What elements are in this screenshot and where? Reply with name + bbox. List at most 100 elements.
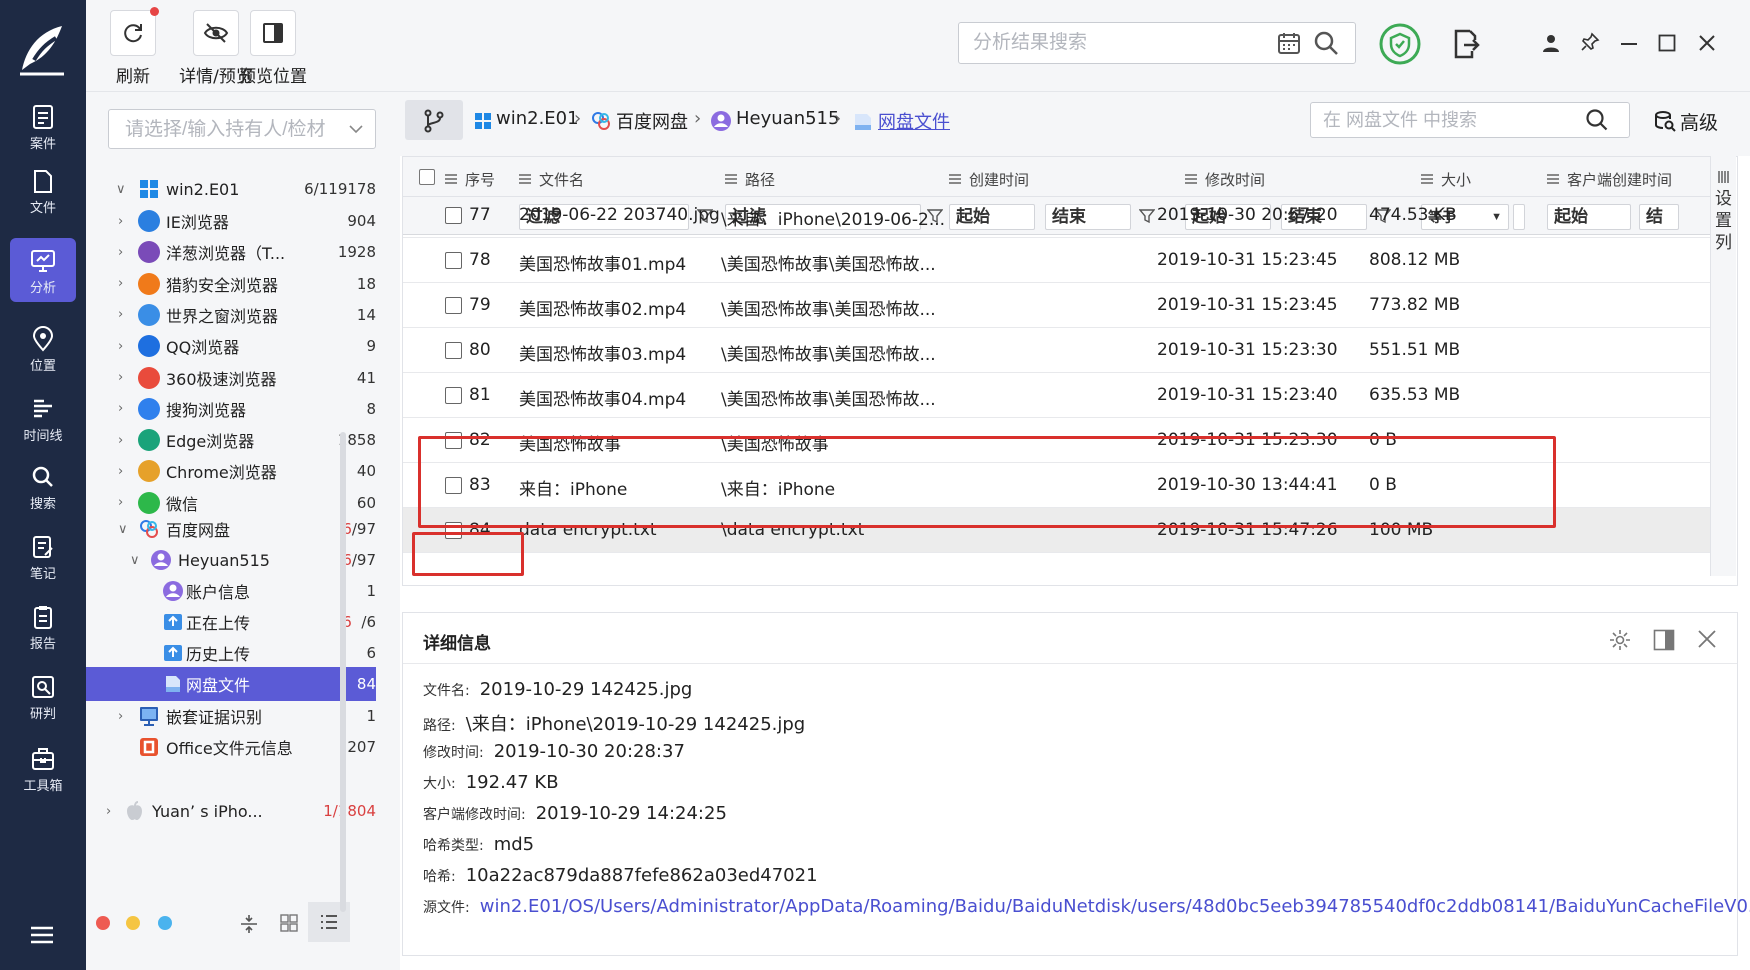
- column-header[interactable]: 创建时间: [949, 169, 1029, 190]
- row-checkbox[interactable]: [445, 207, 462, 224]
- table-row[interactable]: 79 美国恐怖故事02.mp4 \美国恐怖故事\美国恐怖故... 2019-10-31…: [403, 283, 1713, 328]
- tree-item-upload-history[interactable]: 历史上传 6: [86, 636, 376, 670]
- tree-item-netdisk-files[interactable]: 网盘文件 84: [86, 667, 376, 701]
- chevron-right-icon[interactable]: ›: [118, 464, 123, 479]
- nav-case[interactable]: 案件: [10, 94, 76, 158]
- breadcrumb-item[interactable]: win2.E01: [496, 108, 579, 129]
- tree-item-uploading[interactable]: 正在上传 6 /6: [86, 605, 376, 639]
- tree-item[interactable]: › Chrome浏览器 40: [86, 454, 376, 488]
- search-icon[interactable]: [1585, 108, 1609, 132]
- collapse-icon[interactable]: [240, 914, 258, 934]
- row-checkbox[interactable]: [445, 387, 462, 404]
- blue-dot-icon[interactable]: [158, 916, 172, 930]
- minimize-icon[interactable]: [1620, 36, 1638, 52]
- breadcrumb-item[interactable]: Heyuan515: [736, 108, 839, 129]
- tree-item-baidu[interactable]: ∨ 百度网盘 6/97: [86, 512, 376, 546]
- close-icon[interactable]: [1698, 34, 1716, 52]
- red-dot-icon[interactable]: [96, 916, 110, 930]
- tree-item-nested-evidence[interactable]: › 嵌套证据识别 1: [86, 699, 376, 733]
- analysis-search-box[interactable]: [958, 22, 1356, 64]
- chevron-right-icon[interactable]: ›: [118, 214, 123, 229]
- yellow-dot-icon[interactable]: [126, 916, 140, 930]
- netdisk-search-box[interactable]: [1310, 102, 1630, 138]
- chevron-right-icon[interactable]: ›: [118, 401, 123, 416]
- tree-item[interactable]: › IE浏览器 904: [86, 204, 376, 238]
- table-row[interactable]: 77 2019-06-22 203740.jpg \来自：iPhone\2019-0…: [403, 193, 1713, 238]
- tree-scrollbar[interactable]: [340, 432, 346, 912]
- column-header[interactable]: 序号: [445, 169, 495, 190]
- chevron-right-icon[interactable]: ›: [118, 339, 123, 354]
- settings-column-button[interactable]: 设置列: [1710, 156, 1736, 576]
- panel-layout-icon[interactable]: [1653, 629, 1675, 651]
- breadcrumb-item[interactable]: 百度网盘: [616, 108, 688, 134]
- column-header[interactable]: 客户端创建时间: [1547, 169, 1672, 190]
- tree-item[interactable]: › QQ浏览器 9: [86, 329, 376, 363]
- nav-search[interactable]: 搜索: [10, 454, 76, 518]
- source-file-link[interactable]: win2.E01/OS/Users/Administrator/AppData/…: [480, 896, 1750, 917]
- tree-item-heyuan515[interactable]: ∨ Heyuan515 6/97: [86, 543, 376, 577]
- nav-notes[interactable]: 笔记: [10, 524, 76, 588]
- column-header[interactable]: 修改时间: [1185, 169, 1265, 190]
- chevron-right-icon[interactable]: ›: [118, 495, 123, 510]
- chevron-right-icon[interactable]: ›: [118, 370, 123, 385]
- netdisk-search-input[interactable]: [1323, 109, 1573, 131]
- row-checkbox[interactable]: [445, 252, 462, 269]
- tree-item[interactable]: › 猎豹安全浏览器 18: [86, 267, 376, 301]
- table-row[interactable]: 80 美国恐怖故事03.mp4 \美国恐怖故事\美国恐怖故... 2019-10-31…: [403, 328, 1713, 373]
- chevron-right-icon[interactable]: ›: [118, 307, 123, 322]
- chevron-right-icon[interactable]: ›: [118, 433, 123, 448]
- owner-select[interactable]: [108, 109, 376, 149]
- nav-location[interactable]: 位置: [10, 316, 76, 380]
- tree-item[interactable]: › 世界之窗浏览器 14: [86, 298, 376, 332]
- menu-icon[interactable]: [30, 926, 54, 944]
- column-header[interactable]: 文件名: [519, 169, 584, 190]
- branch-button[interactable]: [405, 100, 463, 140]
- row-checkbox[interactable]: [445, 297, 462, 314]
- owner-input[interactable]: [125, 118, 335, 142]
- chevron-right-icon[interactable]: ›: [118, 709, 123, 724]
- tree-item[interactable]: › 洋葱浏览器（T... 1928: [86, 235, 376, 269]
- analysis-search-input[interactable]: [973, 31, 1253, 55]
- close-icon[interactable]: [1697, 629, 1717, 649]
- export-icon[interactable]: [1452, 28, 1480, 60]
- chevron-down-icon[interactable]: ∨: [130, 553, 140, 568]
- select-all-checkbox[interactable]: [419, 169, 435, 185]
- tree-item[interactable]: › 360极速浏览器 41: [86, 361, 376, 395]
- grid-view-icon[interactable]: [280, 914, 298, 932]
- chevron-down-icon[interactable]: [349, 124, 363, 134]
- tree-item-account-info[interactable]: 账户信息 1: [86, 574, 376, 608]
- tree-root-iphone[interactable]: › Yuan’ s iPho... 1/1804: [86, 794, 376, 828]
- tree-item-office-meta[interactable]: Office文件元信息 207: [86, 730, 376, 764]
- tree-root-win2[interactable]: ∨ win2.E01 6/119178: [86, 172, 376, 206]
- nav-timeline[interactable]: 时间线: [10, 386, 76, 450]
- breadcrumb-current[interactable]: 网盘文件: [878, 108, 950, 134]
- maximize-icon[interactable]: [1658, 34, 1676, 52]
- chevron-down-icon[interactable]: ∨: [118, 522, 128, 537]
- chevron-right-icon[interactable]: ›: [106, 804, 111, 819]
- chevron-down-icon[interactable]: ∨: [116, 182, 126, 197]
- preview-position-button[interactable]: 预览位置: [232, 10, 314, 87]
- table-row[interactable]: 78 美国恐怖故事01.mp4 \美国恐怖故事\美国恐怖故... 2019-10-31…: [403, 238, 1713, 283]
- tree-item[interactable]: › 搜狗浏览器 8: [86, 392, 376, 426]
- table-row[interactable]: 81 美国恐怖故事04.mp4 \美国恐怖故事\美国恐怖故... 2019-10-31…: [403, 373, 1713, 418]
- tree-item[interactable]: › Edge浏览器 1858: [86, 423, 376, 457]
- tree-count: 6/119178: [304, 180, 376, 198]
- chevron-right-icon[interactable]: ›: [118, 276, 123, 291]
- chevron-right-icon[interactable]: ›: [118, 245, 123, 260]
- nav-report[interactable]: 报告: [10, 594, 76, 658]
- user-icon[interactable]: [1542, 34, 1560, 52]
- shield-check-icon[interactable]: [1378, 22, 1422, 66]
- nav-toolbox[interactable]: 工具箱: [10, 736, 76, 800]
- nav-analysis[interactable]: 分析: [10, 238, 76, 302]
- advanced-search-button[interactable]: 高级: [1654, 106, 1744, 136]
- search-icon[interactable]: [1313, 30, 1339, 56]
- calendar-icon[interactable]: [1277, 31, 1301, 55]
- column-header[interactable]: 大小: [1421, 169, 1471, 190]
- row-checkbox[interactable]: [445, 342, 462, 359]
- refresh-button[interactable]: 刷新: [110, 7, 159, 87]
- pin-icon[interactable]: [1580, 32, 1600, 52]
- nav-judge[interactable]: 研判: [10, 664, 76, 728]
- column-header[interactable]: 路径: [725, 169, 775, 190]
- gear-icon[interactable]: [1609, 629, 1631, 651]
- nav-file[interactable]: 文件: [10, 158, 76, 222]
